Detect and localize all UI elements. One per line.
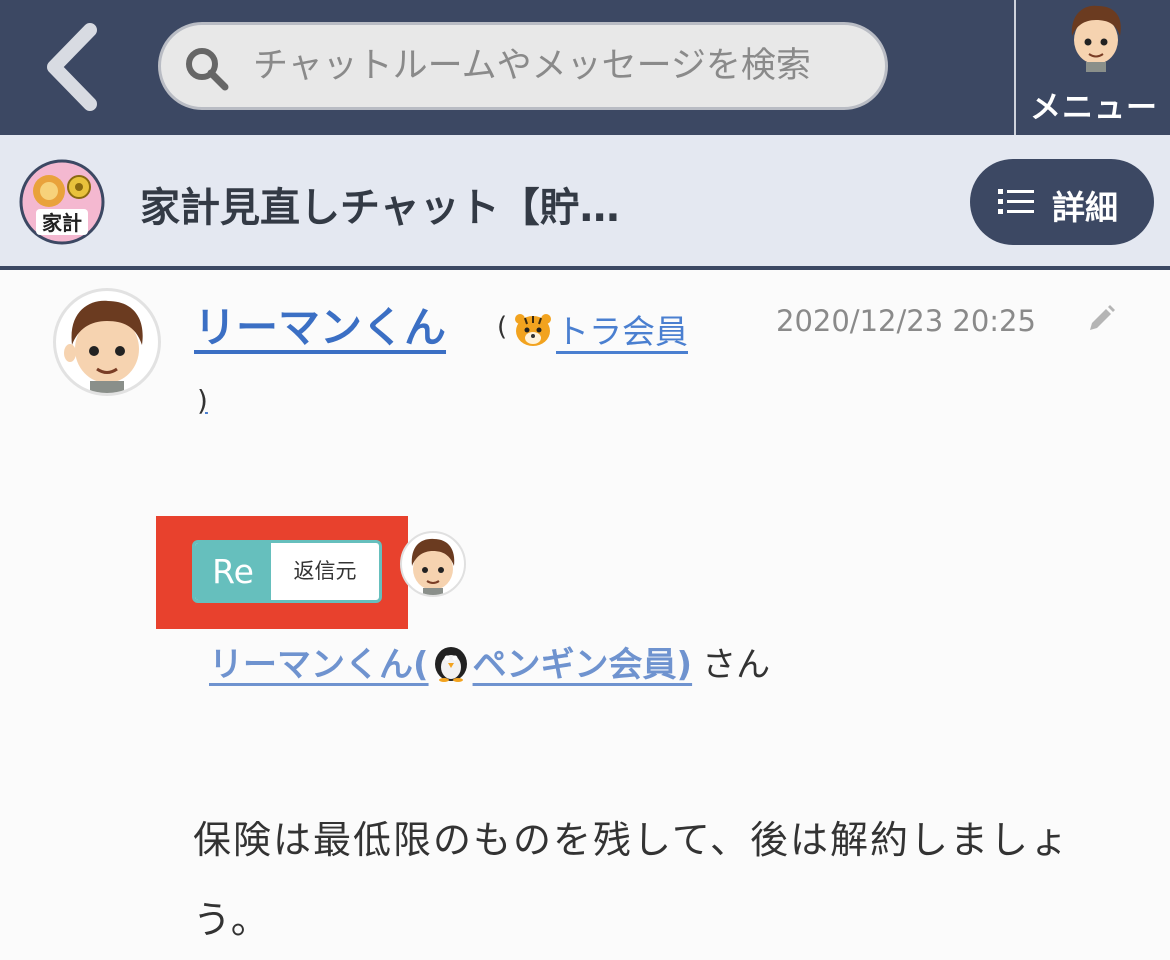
- sender-avatar[interactable]: [53, 288, 161, 396]
- room-header: 家計 家計見直しチャット【貯… 詳細: [0, 135, 1170, 270]
- reply-honorific: さん: [702, 645, 771, 685]
- rank-paren-close: ): [197, 384, 208, 417]
- reply-re-label: Re: [195, 543, 271, 600]
- search-bar[interactable]: [158, 22, 888, 110]
- reply-avatar[interactable]: [400, 531, 466, 597]
- room-avatar-label: 家計: [42, 211, 82, 235]
- detail-label: 詳細: [1052, 188, 1118, 227]
- reply-to-name: リーマンくん(: [209, 645, 429, 685]
- member-rank-link[interactable]: トラ会員: [514, 305, 688, 353]
- message-body: 保険は最低限のものを残して、後は解約しましょう。: [193, 818, 1070, 942]
- chevron-left-icon: [47, 23, 97, 111]
- reply-source-label: 返信元: [293, 559, 357, 583]
- top-nav-bar: メニュー: [0, 0, 1170, 135]
- reply-to-line: リーマンくん( ペンギン会員) さん: [209, 637, 770, 686]
- nav-divider: [1014, 0, 1016, 135]
- avatar: [64, 300, 143, 393]
- reply-source-button[interactable]: Re 返信元: [192, 540, 382, 603]
- penguin-icon: [434, 647, 467, 682]
- reply-to-rank: ペンギン会員): [472, 645, 693, 685]
- list-icon: [998, 189, 1034, 214]
- menu-button[interactable]: メニュー: [1018, 0, 1170, 135]
- room-avatar: 家計: [19, 159, 105, 245]
- room-title: 家計見直しチャット【貯…: [140, 185, 620, 231]
- detail-button[interactable]: 詳細: [970, 159, 1154, 245]
- sender-name[interactable]: リーマンくん: [194, 294, 446, 355]
- search-icon: [186, 48, 229, 91]
- rank-paren-open: (: [497, 312, 508, 342]
- message-timestamp: 2020/12/23 20:25: [776, 304, 1036, 338]
- tiger-icon: [515, 314, 551, 346]
- avatar: [411, 538, 455, 595]
- back-button[interactable]: [38, 22, 108, 112]
- member-rank-label: トラ会員: [556, 312, 688, 351]
- menu-label: メニュー: [1030, 90, 1158, 126]
- search-input[interactable]: [253, 25, 863, 107]
- pencil-icon[interactable]: [1086, 304, 1116, 334]
- reply-to-user-link[interactable]: リーマンくん( ペンギン会員): [209, 645, 692, 685]
- avatar: [1071, 5, 1121, 72]
